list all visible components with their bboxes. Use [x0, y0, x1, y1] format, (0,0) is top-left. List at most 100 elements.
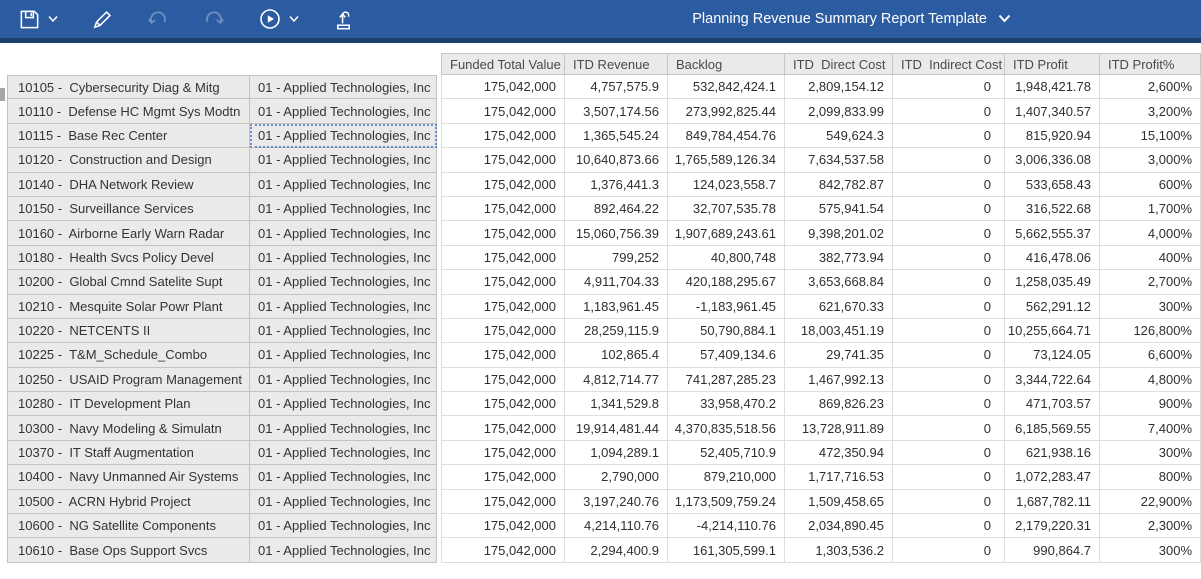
- project-row-header-cell[interactable]: 10115 - Base Rec Center: [7, 124, 250, 148]
- funded-total-value-cell[interactable]: 175,042,000: [441, 416, 565, 440]
- itd-revenue-cell[interactable]: 4,911,704.33: [565, 270, 668, 294]
- itd-profit-pct-cell[interactable]: 15,100%: [1100, 124, 1201, 148]
- itd-indirect-cost-cell[interactable]: 0: [893, 221, 1005, 245]
- itd-direct-cost-cell[interactable]: 382,773.94: [785, 246, 893, 270]
- organization-row-header-cell[interactable]: 01 - Applied Technologies, Inc: [250, 197, 437, 221]
- itd-profit-cell[interactable]: 6,185,569.55: [1005, 416, 1100, 440]
- itd-revenue-cell[interactable]: 4,214,110.76: [565, 514, 668, 538]
- backlog-cell[interactable]: 1,173,509,759.24: [668, 490, 785, 514]
- itd-direct-cost-cell[interactable]: 29,741.35: [785, 343, 893, 367]
- itd-indirect-cost-cell[interactable]: 0: [893, 173, 1005, 197]
- itd-revenue-cell[interactable]: 1,365,545.24: [565, 124, 668, 148]
- itd-profit-pct-cell[interactable]: 2,300%: [1100, 514, 1201, 538]
- itd-revenue-cell[interactable]: 1,376,441.3: [565, 173, 668, 197]
- itd-direct-cost-cell[interactable]: 869,826.23: [785, 392, 893, 416]
- funded-total-value-cell[interactable]: 175,042,000: [441, 490, 565, 514]
- organization-row-header-cell[interactable]: 01 - Applied Technologies, Inc: [250, 319, 437, 343]
- funded-total-value-cell[interactable]: 175,042,000: [441, 124, 565, 148]
- project-row-header-cell[interactable]: 10220 - NETCENTS II: [7, 319, 250, 343]
- itd-revenue-cell[interactable]: 3,507,174.56: [565, 99, 668, 123]
- organization-row-header-cell[interactable]: 01 - Applied Technologies, Inc: [250, 538, 437, 562]
- itd-revenue-cell[interactable]: 10,640,873.66: [565, 148, 668, 172]
- itd-profit-pct-cell[interactable]: 3,200%: [1100, 99, 1201, 123]
- itd-profit-pct-cell[interactable]: 2,600%: [1100, 75, 1201, 99]
- itd-profit-cell[interactable]: 316,522.68: [1005, 197, 1100, 221]
- itd-profit-pct-cell[interactable]: 300%: [1100, 538, 1201, 562]
- report-template-selector[interactable]: Planning Revenue Summary Report Template: [692, 11, 1011, 27]
- itd-indirect-cost-cell[interactable]: 0: [893, 319, 1005, 343]
- backlog-cell[interactable]: 32,707,535.78: [668, 197, 785, 221]
- project-row-header-cell[interactable]: 10600 - NG Satellite Components: [7, 514, 250, 538]
- organization-row-header-cell[interactable]: 01 - Applied Technologies, Inc: [250, 441, 437, 465]
- backlog-cell[interactable]: 161,305,599.1: [668, 538, 785, 562]
- backlog-cell[interactable]: 532,842,424.1: [668, 75, 785, 99]
- funded-total-value-cell[interactable]: 175,042,000: [441, 148, 565, 172]
- itd-direct-cost-cell[interactable]: 1,717,716.53: [785, 465, 893, 489]
- funded-total-value-cell[interactable]: 175,042,000: [441, 538, 565, 562]
- itd-profit-cell[interactable]: 1,687,782.11: [1005, 490, 1100, 514]
- itd-revenue-cell[interactable]: 102,865.4: [565, 343, 668, 367]
- backlog-cell[interactable]: 57,409,134.6: [668, 343, 785, 367]
- column-header-itd-direct-cost[interactable]: ITD Direct Cost: [785, 53, 893, 75]
- backlog-cell[interactable]: 52,405,710.9: [668, 441, 785, 465]
- funded-total-value-cell[interactable]: 175,042,000: [441, 246, 565, 270]
- project-row-header-cell[interactable]: 10200 - Global Cmnd Satelite Supt: [7, 270, 250, 294]
- itd-revenue-cell[interactable]: 28,259,115.9: [565, 319, 668, 343]
- itd-indirect-cost-cell[interactable]: 0: [893, 148, 1005, 172]
- project-row-header-cell[interactable]: 10180 - Health Svcs Policy Devel: [7, 246, 250, 270]
- itd-direct-cost-cell[interactable]: 1,303,536.2: [785, 538, 893, 562]
- column-header-itd-profit[interactable]: ITD Profit: [1005, 53, 1100, 75]
- column-header-itd-indirect-cost[interactable]: ITD Indirect Cost: [893, 53, 1005, 75]
- organization-row-header-cell[interactable]: 01 - Applied Technologies, Inc: [250, 173, 437, 197]
- itd-profit-pct-cell[interactable]: 4,000%: [1100, 221, 1201, 245]
- backlog-cell[interactable]: -1,183,961.45: [668, 295, 785, 319]
- itd-revenue-cell[interactable]: 2,790,000: [565, 465, 668, 489]
- project-row-header-cell[interactable]: 10300 - Navy Modeling & Simulatn: [7, 416, 250, 440]
- funded-total-value-cell[interactable]: 175,042,000: [441, 319, 565, 343]
- funded-total-value-cell[interactable]: 175,042,000: [441, 465, 565, 489]
- itd-indirect-cost-cell[interactable]: 0: [893, 75, 1005, 99]
- project-row-header-cell[interactable]: 10150 - Surveillance Services: [7, 197, 250, 221]
- backlog-cell[interactable]: 1,907,689,243.61: [668, 221, 785, 245]
- run-icon[interactable]: [257, 6, 283, 32]
- itd-profit-cell[interactable]: 416,478.06: [1005, 246, 1100, 270]
- itd-direct-cost-cell[interactable]: 621,670.33: [785, 295, 893, 319]
- backlog-cell[interactable]: 1,765,589,126.34: [668, 148, 785, 172]
- project-row-header-cell[interactable]: 10210 - Mesquite Solar Powr Plant: [7, 295, 250, 319]
- backlog-cell[interactable]: 124,023,558.7: [668, 173, 785, 197]
- itd-profit-cell[interactable]: 1,948,421.78: [1005, 75, 1100, 99]
- project-row-header-cell[interactable]: 10400 - Navy Unmanned Air Systems: [7, 465, 250, 489]
- project-row-header-cell[interactable]: 10160 - Airborne Early Warn Radar: [7, 221, 250, 245]
- backlog-cell[interactable]: 50,790,884.1: [668, 319, 785, 343]
- itd-revenue-cell[interactable]: 2,294,400.9: [565, 538, 668, 562]
- project-row-header-cell[interactable]: 10140 - DHA Network Review: [7, 173, 250, 197]
- backlog-cell[interactable]: 420,188,295.67: [668, 270, 785, 294]
- itd-direct-cost-cell[interactable]: 549,624.3: [785, 124, 893, 148]
- funded-total-value-cell[interactable]: 175,042,000: [441, 441, 565, 465]
- funded-total-value-cell[interactable]: 175,042,000: [441, 75, 565, 99]
- organization-row-header-cell[interactable]: 01 - Applied Technologies, Inc: [250, 514, 437, 538]
- itd-direct-cost-cell[interactable]: 3,653,668.84: [785, 270, 893, 294]
- itd-indirect-cost-cell[interactable]: 0: [893, 197, 1005, 221]
- funded-total-value-cell[interactable]: 175,042,000: [441, 514, 565, 538]
- itd-revenue-cell[interactable]: 892,464.22: [565, 197, 668, 221]
- funded-total-value-cell[interactable]: 175,042,000: [441, 343, 565, 367]
- itd-indirect-cost-cell[interactable]: 0: [893, 465, 1005, 489]
- project-row-header-cell[interactable]: 10610 - Base Ops Support Svcs: [7, 538, 250, 562]
- itd-indirect-cost-cell[interactable]: 0: [893, 490, 1005, 514]
- column-header-backlog[interactable]: Backlog: [668, 53, 785, 75]
- itd-indirect-cost-cell[interactable]: 0: [893, 514, 1005, 538]
- project-row-header-cell[interactable]: 10105 - Cybersecurity Diag & Mitg: [7, 75, 250, 99]
- funded-total-value-cell[interactable]: 175,042,000: [441, 197, 565, 221]
- itd-direct-cost-cell[interactable]: 842,782.87: [785, 173, 893, 197]
- itd-direct-cost-cell[interactable]: 2,034,890.45: [785, 514, 893, 538]
- organization-row-header-cell[interactable]: 01 - Applied Technologies, Inc: [250, 124, 437, 148]
- itd-profit-pct-cell[interactable]: 7,400%: [1100, 416, 1201, 440]
- organization-row-header-cell[interactable]: 01 - Applied Technologies, Inc: [250, 246, 437, 270]
- itd-direct-cost-cell[interactable]: 18,003,451.19: [785, 319, 893, 343]
- itd-profit-cell[interactable]: 562,291.12: [1005, 295, 1100, 319]
- organization-row-header-cell[interactable]: 01 - Applied Technologies, Inc: [250, 343, 437, 367]
- itd-profit-pct-cell[interactable]: 1,700%: [1100, 197, 1201, 221]
- itd-profit-pct-cell[interactable]: 600%: [1100, 173, 1201, 197]
- itd-revenue-cell[interactable]: 3,197,240.76: [565, 490, 668, 514]
